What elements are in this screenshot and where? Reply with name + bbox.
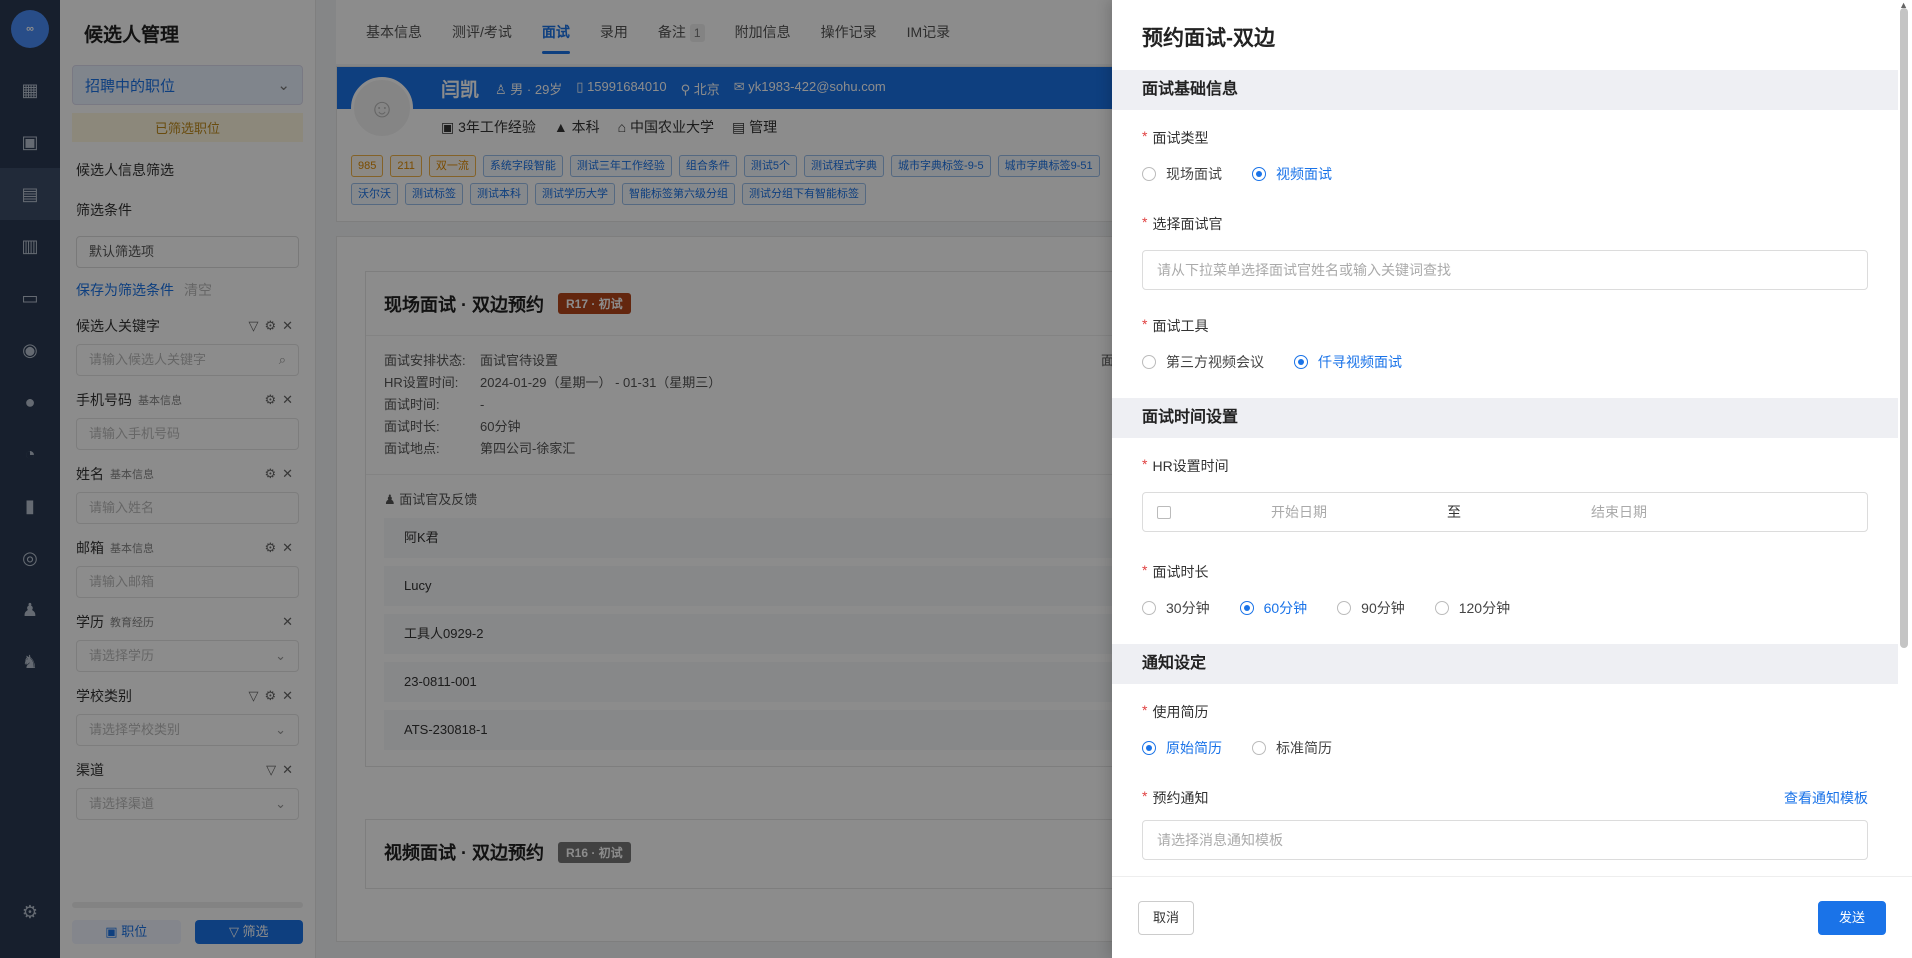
radio-group: 现场面试 视频面试 (1142, 164, 1868, 184)
end-date-input[interactable]: 结束日期 (1591, 502, 1647, 522)
required-mark: * (1142, 562, 1148, 578)
resume-field: * 使用简历 原始简历 标准简历 (1112, 702, 1898, 758)
field-label-text: 选择面试官 (1152, 216, 1223, 232)
radio-group: 30分钟 60分钟 90分钟 120分钟 (1142, 598, 1868, 618)
radio-label: 原始简历 (1166, 740, 1222, 756)
duration-field: * 面试时长 30分钟 60分钟 90分钟 120分钟 (1112, 562, 1898, 618)
field-label: * 面试时长 (1142, 562, 1868, 582)
radio-120min[interactable]: 120分钟 (1434, 598, 1511, 618)
field-label-text: 面试时长 (1152, 564, 1209, 580)
view-template-link[interactable]: 查看通知模板 (1784, 788, 1868, 808)
field-label: * 选择面试官 (1142, 214, 1868, 234)
field-label-text: 使用简历 (1152, 704, 1209, 720)
radio-group: 原始简历 标准简历 (1142, 738, 1868, 758)
start-date-input[interactable]: 开始日期 (1271, 502, 1327, 522)
drawer-body: 面试基础信息 * 面试类型 现场面试 视频面试 * 选择面试官 请从下拉菜单选择面试… (1112, 70, 1898, 876)
radio-label: 现场面试 (1166, 166, 1222, 182)
radio-dot (1337, 601, 1352, 615)
notice-field: * 预约通知 查看通知模板 请选择消息通知模板 (1112, 788, 1898, 860)
radio-dot (1142, 167, 1156, 181)
section-basic: 面试基础信息 (1112, 70, 1898, 110)
range-separator: 至 (1447, 504, 1461, 520)
field-label-text: 预约通知 (1152, 790, 1209, 806)
field-label: * 面试工具 (1142, 316, 1868, 336)
radio-dot (1294, 355, 1308, 369)
calendar-icon (1157, 505, 1171, 519)
interviewer-field: * 选择面试官 请从下拉菜单选择面试官姓名或输入关键词查找 (1112, 214, 1898, 290)
radio-label: 仟寻视频面试 (1318, 354, 1402, 370)
radio-third-party[interactable]: 第三方视频会议 (1142, 352, 1264, 372)
radio-30min[interactable]: 30分钟 (1142, 598, 1210, 618)
radio-dot (1252, 741, 1266, 755)
radio-dot (1252, 167, 1266, 181)
radio-label: 视频面试 (1276, 166, 1332, 182)
radio-onsite[interactable]: 现场面试 (1142, 164, 1222, 184)
required-mark: * (1142, 316, 1148, 332)
required-mark: * (1142, 702, 1148, 718)
field-label: * HR设置时间 (1142, 456, 1868, 476)
radio-dot (1239, 601, 1254, 615)
drawer-title: 预约面试-双边 (1142, 27, 1275, 50)
radio-group: 第三方视频会议 仟寻视频面试 (1142, 352, 1868, 372)
field-label: * 使用简历 (1142, 702, 1868, 722)
field-label-text: HR设置时间 (1152, 458, 1229, 474)
field-label: * 预约通知 查看通知模板 (1142, 788, 1868, 808)
radio-label: 标准简历 (1276, 740, 1332, 756)
radio-qianxun-video[interactable]: 仟寻视频面试 (1294, 352, 1402, 372)
hr-time-field: * HR设置时间 开始日期 至 结束日期 (1112, 456, 1898, 532)
interview-tool-field: * 面试工具 第三方视频会议 仟寻视频面试 (1112, 316, 1898, 372)
radio-dot (1142, 601, 1156, 615)
notice-template-select[interactable]: 请选择消息通知模板 (1142, 820, 1868, 860)
vertical-scrollbar[interactable] (1900, 8, 1908, 648)
send-button[interactable]: 发送 (1817, 900, 1886, 935)
required-mark: * (1142, 456, 1148, 472)
field-label-text: 面试工具 (1152, 318, 1209, 334)
field-label: * 面试类型 (1142, 128, 1868, 148)
field-label-text: 面试类型 (1152, 130, 1209, 146)
section-notify: 通知设定 (1112, 644, 1898, 684)
date-range-picker[interactable]: 开始日期 至 结束日期 (1142, 492, 1868, 532)
radio-90min[interactable]: 90分钟 (1337, 598, 1405, 618)
required-mark: * (1142, 214, 1148, 230)
interviewer-input[interactable]: 请从下拉菜单选择面试官姓名或输入关键词查找 (1142, 250, 1868, 290)
radio-label: 120分钟 (1458, 600, 1511, 616)
radio-dot (1434, 601, 1449, 615)
radio-label: 60分钟 (1263, 600, 1308, 616)
schedule-interview-drawer: 预约面试-双边 ▲ 面试基础信息 * 面试类型 现场面试 视频面试 * 选择面试官 … (1112, 0, 1912, 958)
radio-label: 30分钟 (1166, 600, 1210, 616)
radio-label: 90分钟 (1361, 600, 1405, 616)
radio-60min[interactable]: 60分钟 (1239, 598, 1308, 618)
required-mark: * (1142, 128, 1148, 144)
section-time: 面试时间设置 (1112, 398, 1898, 438)
radio-dot (1142, 741, 1156, 755)
required-mark: * (1142, 788, 1148, 804)
radio-label: 第三方视频会议 (1166, 354, 1264, 370)
radio-original-resume[interactable]: 原始简历 (1142, 738, 1222, 758)
radio-standard-resume[interactable]: 标准简历 (1252, 738, 1332, 758)
drawer-footer: 取消 发送 (1112, 876, 1912, 958)
cancel-button[interactable]: 取消 (1138, 900, 1195, 935)
radio-dot (1142, 355, 1156, 369)
interview-type-field: * 面试类型 现场面试 视频面试 (1112, 128, 1898, 184)
radio-video[interactable]: 视频面试 (1252, 164, 1332, 184)
